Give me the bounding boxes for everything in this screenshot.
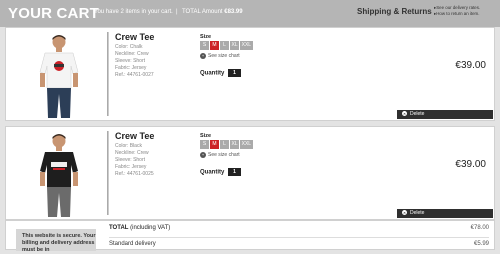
close-icon: × <box>402 210 407 215</box>
size-option-xl[interactable]: XL <box>230 140 240 149</box>
attr-color: Color: Black <box>115 143 142 149</box>
size-selector: S M L XL XXL <box>200 41 253 50</box>
header-total-amount: €83.99 <box>224 9 243 15</box>
total-row: TOTAL (including VAT) €78.00 <box>109 225 489 238</box>
shipping-label: Standard delivery <box>109 241 156 247</box>
total-label: TOTAL <box>109 225 129 231</box>
shipping-row: Standard delivery €5.99 <box>109 241 489 247</box>
attr-ref: Ref.: 44761-0025 <box>115 171 154 177</box>
size-option-s[interactable]: S <box>200 41 209 50</box>
product-image[interactable] <box>26 32 92 118</box>
attr-neckline: Neckline: Crew <box>115 150 149 156</box>
shipping-info-links: See our delivery rates. How to return an… <box>434 5 480 17</box>
item-divider <box>107 131 109 215</box>
item-price: €39.00 <box>455 159 486 170</box>
size-chart-link[interactable]: + See size chart <box>200 53 240 59</box>
cart-item: Crew Tee Color: Black Neckline: Crew Sle… <box>5 126 495 220</box>
size-chart-label: See size chart <box>208 53 240 59</box>
quantity-control: Quantity 1 <box>200 69 242 77</box>
size-option-xxl[interactable]: XXL <box>240 41 253 50</box>
product-image[interactable] <box>26 131 92 217</box>
size-chart-label: See size chart <box>208 152 240 158</box>
size-selector: S M L XL XXL <box>200 140 253 149</box>
header-total: TOTAL Amount €83.99 <box>182 9 243 15</box>
quantity-label: Quantity <box>200 70 225 77</box>
plus-circle-icon: + <box>200 152 206 158</box>
quantity-control: Quantity 1 <box>200 168 242 176</box>
close-icon: × <box>402 111 407 116</box>
attr-color: Color: Chalk <box>115 44 143 50</box>
items-count-message: You have 2 items in your cart. <box>94 9 173 15</box>
delete-button[interactable]: × Delete <box>397 110 493 119</box>
delete-label: Delete <box>410 210 425 216</box>
size-option-m[interactable]: M <box>210 41 219 50</box>
attr-sleeve: Sleeve: Short <box>115 157 146 163</box>
size-option-l[interactable]: L <box>220 41 229 50</box>
secure-notice: This website is secure. Your billing and… <box>16 229 96 253</box>
size-option-l[interactable]: L <box>220 140 229 149</box>
plus-circle-icon: + <box>200 53 206 59</box>
attr-fabric: Fabric: Jersey <box>115 164 147 170</box>
page-title: YOUR CART <box>8 5 99 22</box>
size-label: Size <box>200 133 212 139</box>
delete-label: Delete <box>410 111 425 117</box>
product-attributes: Color: Black Neckline: Crew Sleeve: Shor… <box>115 143 154 178</box>
attr-fabric: Fabric: Jersey <box>115 65 147 71</box>
item-divider <box>107 32 109 116</box>
attr-sleeve: Sleeve: Short <box>115 58 146 64</box>
size-label: Size <box>200 34 212 40</box>
size-option-xl[interactable]: XL <box>230 41 240 50</box>
product-attributes: Color: Chalk Neckline: Crew Sleeve: Shor… <box>115 44 154 79</box>
shipping-value: €5.99 <box>473 241 489 247</box>
total-value: €78.00 <box>470 225 489 231</box>
cart-header: YOUR CART You have 2 items in your cart.… <box>0 0 500 27</box>
delete-button[interactable]: × Delete <box>397 209 493 218</box>
header-total-label: TOTAL Amount <box>182 9 223 15</box>
total-note: (including VAT) <box>130 225 171 231</box>
attr-neckline: Neckline: Crew <box>115 51 149 57</box>
quantity-label: Quantity <box>200 169 225 176</box>
quantity-dropdown[interactable]: 1 <box>228 69 242 77</box>
order-summary: This website is secure. Your billing and… <box>5 220 495 253</box>
cart-item: Crew Tee Color: Chalk Neckline: Crew Sle… <box>5 27 495 121</box>
item-price: €39.00 <box>455 60 486 71</box>
attr-ref: Ref.: 44761-0027 <box>115 72 154 78</box>
size-option-s[interactable]: S <box>200 140 209 149</box>
size-option-m[interactable]: M <box>210 140 219 149</box>
product-name[interactable]: Crew Tee <box>115 131 154 141</box>
size-chart-link[interactable]: + See size chart <box>200 152 240 158</box>
header-separator: | <box>176 9 178 15</box>
shipping-returns-link[interactable]: Shipping & Returns <box>357 7 432 16</box>
return-item-link[interactable]: How to return an item. <box>434 11 480 17</box>
product-name[interactable]: Crew Tee <box>115 32 154 42</box>
size-option-xxl[interactable]: XXL <box>240 140 253 149</box>
quantity-dropdown[interactable]: 1 <box>228 168 242 176</box>
